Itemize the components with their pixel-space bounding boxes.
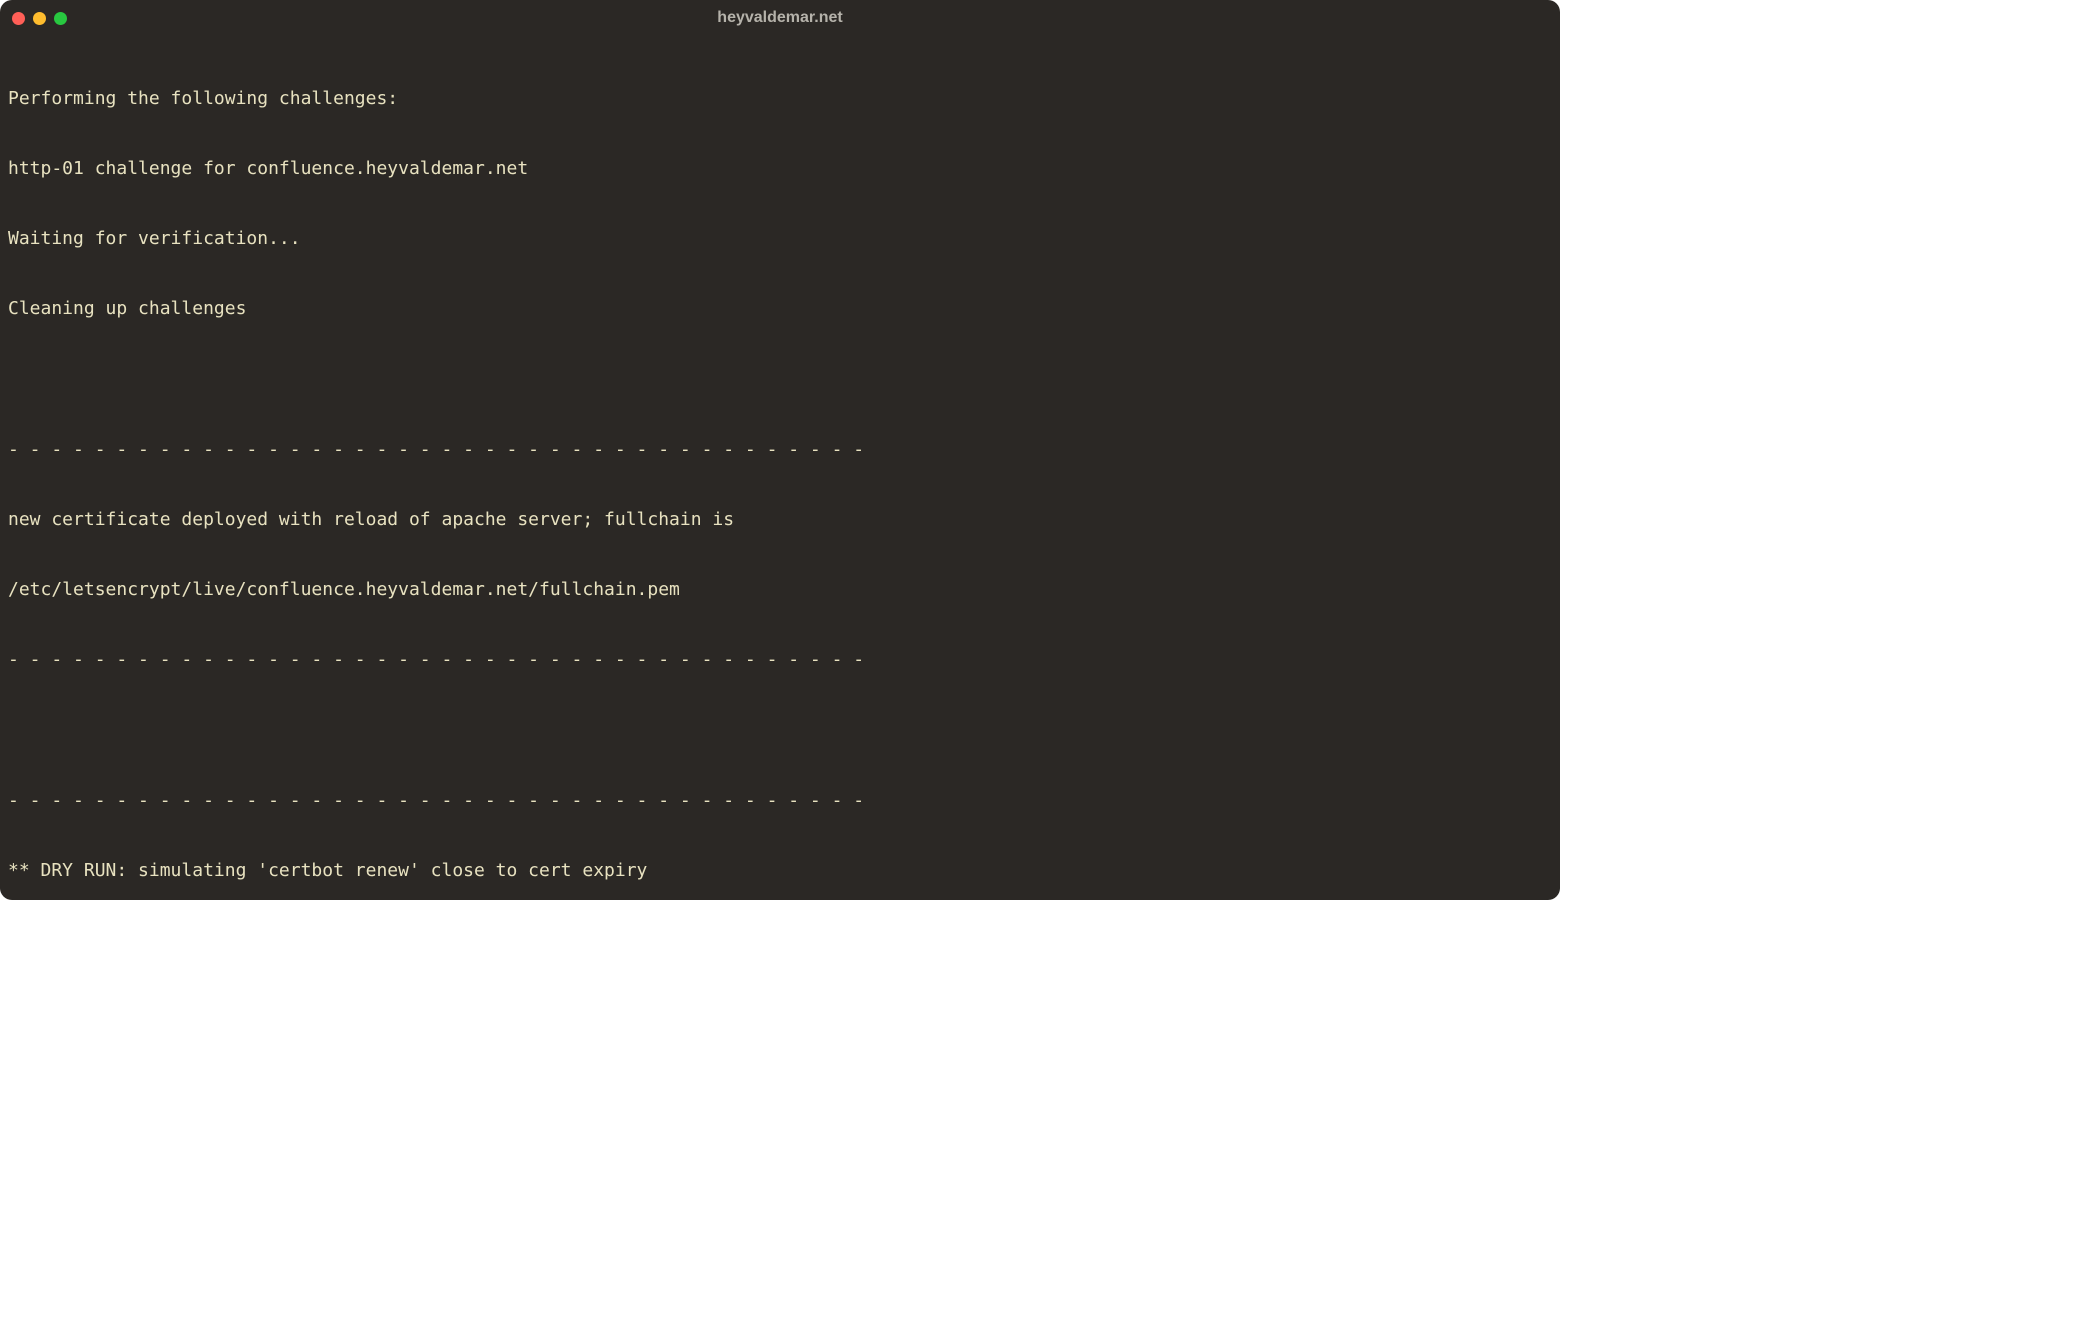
- window-title: heyvaldemar.net: [0, 8, 1560, 29]
- close-icon[interactable]: [12, 12, 25, 25]
- output-line: [8, 367, 1552, 390]
- output-line: Waiting for verification...: [8, 227, 1552, 250]
- output-line: /etc/letsencrypt/live/confluence.heyvald…: [8, 578, 1552, 601]
- terminal-window: heyvaldemar.net Performing the following…: [0, 0, 1560, 900]
- output-line: Performing the following challenges:: [8, 87, 1552, 110]
- output-line: http-01 challenge for confluence.heyvald…: [8, 157, 1552, 180]
- fullscreen-icon[interactable]: [54, 12, 67, 25]
- output-line: - - - - - - - - - - - - - - - - - - - - …: [8, 438, 1552, 461]
- traffic-lights: [12, 12, 67, 25]
- output-line: [8, 718, 1552, 741]
- output-line: Cleaning up challenges: [8, 297, 1552, 320]
- output-line: new certificate deployed with reload of …: [8, 508, 1552, 531]
- output-line: ** DRY RUN: simulating 'certbot renew' c…: [8, 859, 1552, 882]
- titlebar: heyvaldemar.net: [0, 0, 1560, 36]
- output-line: - - - - - - - - - - - - - - - - - - - - …: [8, 648, 1552, 671]
- terminal-body[interactable]: Performing the following challenges: htt…: [0, 36, 1560, 900]
- output-line: - - - - - - - - - - - - - - - - - - - - …: [8, 789, 1552, 812]
- minimize-icon[interactable]: [33, 12, 46, 25]
